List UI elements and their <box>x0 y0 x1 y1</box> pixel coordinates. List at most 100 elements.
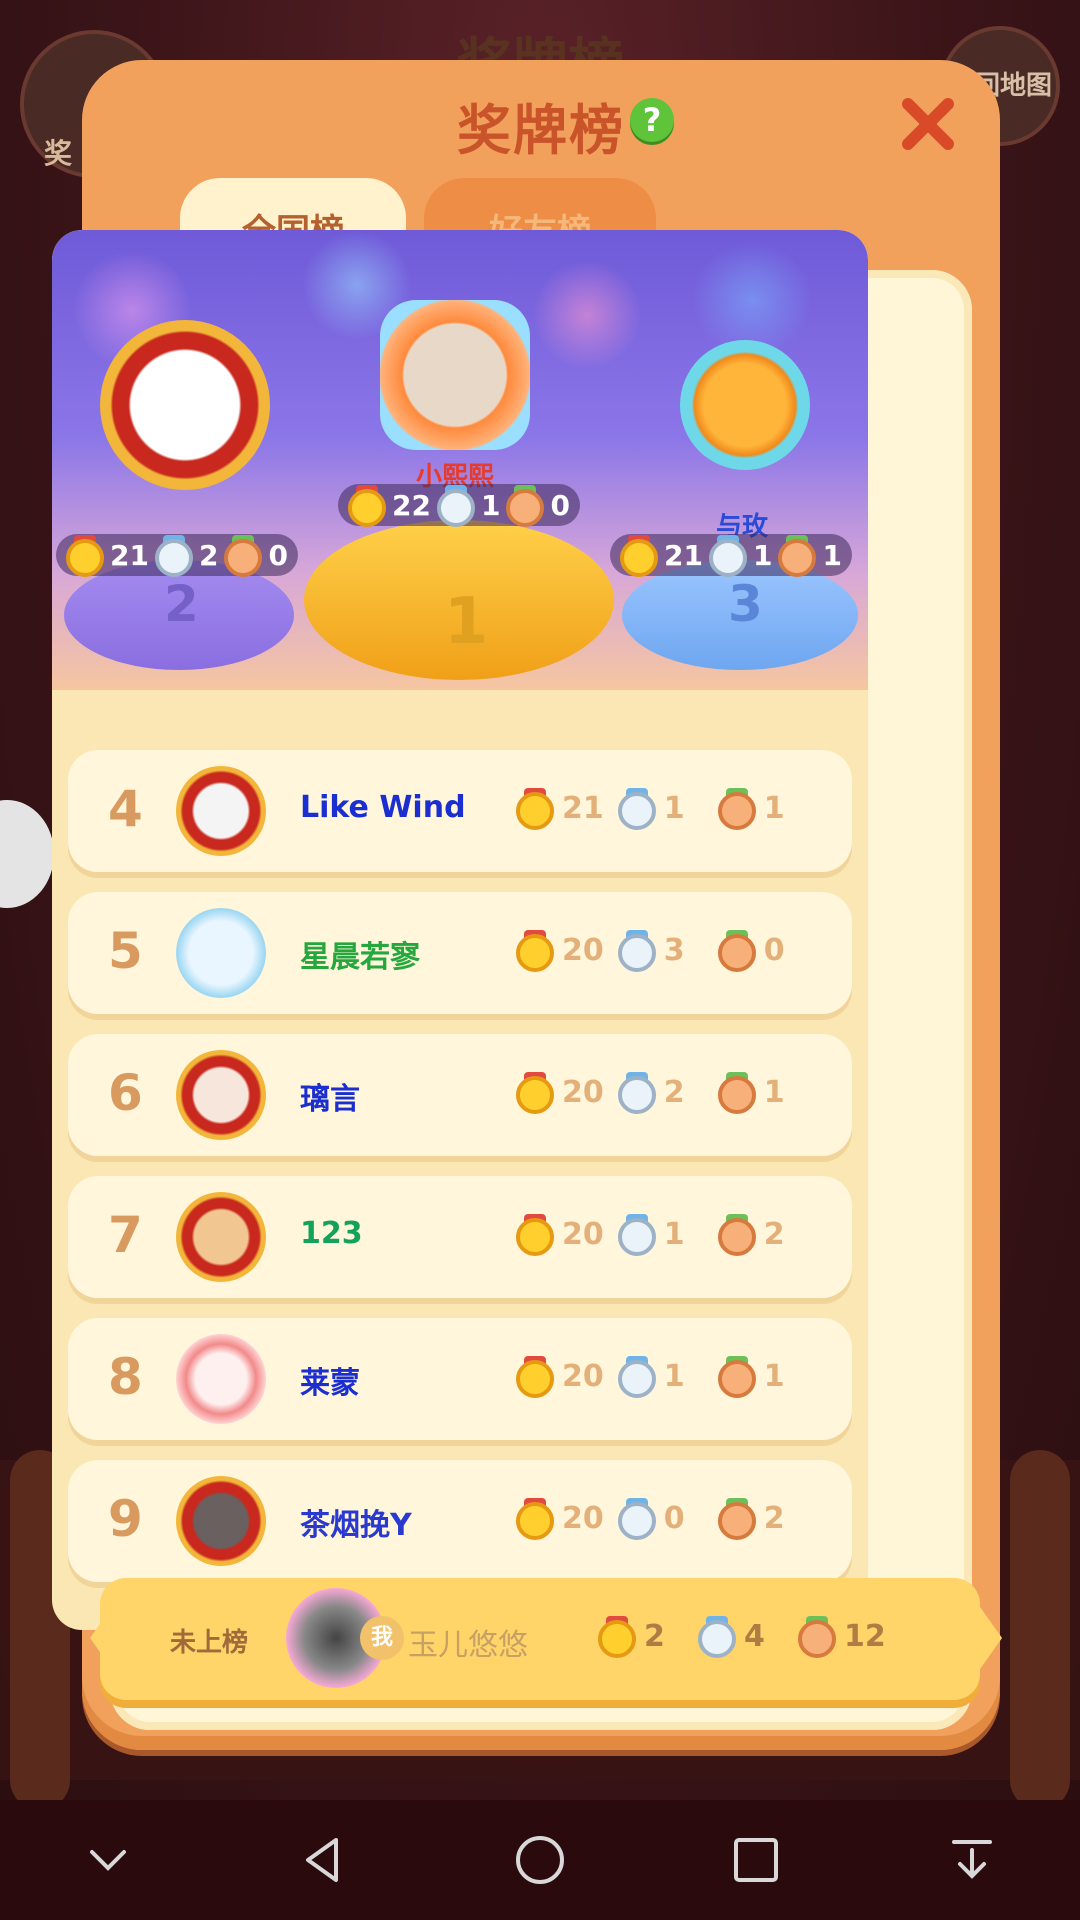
rank-number: 5 <box>108 922 143 980</box>
silver-medal-icon <box>436 485 475 527</box>
bronze-count: 2 <box>763 1500 785 1536</box>
bronze-medal-icon <box>798 1616 836 1658</box>
podium-scene: 2 1 3 小熙熙 与玫 22 1 0 21 2 0 21 1 1 <box>52 230 868 690</box>
rank-number: 6 <box>108 1064 143 1122</box>
player-name: 茶烟挽Y <box>300 1508 412 1543</box>
gold-medal-icon <box>348 485 386 527</box>
gold-medal-icon <box>516 1072 554 1114</box>
question-icon[interactable]: ? <box>630 98 674 142</box>
avatar[interactable] <box>176 908 266 998</box>
bronze-medal-icon <box>717 1072 756 1114</box>
bronze-medal-icon <box>506 485 545 527</box>
bronze-count: 0 <box>268 538 288 572</box>
silver-medal-icon <box>617 1214 656 1256</box>
podium-medals-3: 21 1 1 <box>610 534 852 577</box>
player-name: 星晨若寥 <box>300 940 420 975</box>
silver-count: 1 <box>663 790 685 826</box>
silver-count: 0 <box>663 1500 685 1536</box>
silver-count: 1 <box>663 1216 685 1252</box>
gold-medal-icon <box>516 1214 554 1256</box>
podium-medals-1: 22 1 0 <box>338 484 580 527</box>
rank-number: 8 <box>108 1348 143 1406</box>
leaderboard-row[interactable]: 8 莱蒙 20 1 1 <box>68 1318 852 1440</box>
bronze-count: 1 <box>763 1358 785 1394</box>
podium-avatar-3[interactable] <box>680 340 810 470</box>
leaderboard-list[interactable]: 2 1 3 小熙熙 与玫 22 1 0 21 2 0 21 1 1 4 Like… <box>52 230 868 1630</box>
gold-count: 21 <box>562 790 604 826</box>
back-triangle-icon[interactable] <box>289 1825 359 1895</box>
silver-medal-icon <box>154 535 193 577</box>
home-circle-icon[interactable] <box>505 1825 575 1895</box>
avatar[interactable] <box>176 1050 266 1140</box>
bronze-count: 1 <box>763 790 785 826</box>
bronze-count: 0 <box>550 488 570 522</box>
gold-count: 20 <box>562 1500 604 1536</box>
silver-medal-icon <box>617 1356 656 1398</box>
avatar[interactable] <box>176 1476 266 1566</box>
silver-medal-icon <box>708 535 747 577</box>
leaderboard-row[interactable]: 4 Like Wind 21 1 1 <box>68 750 852 872</box>
gold-count: 21 <box>664 538 703 572</box>
avatar[interactable] <box>176 766 266 856</box>
silver-count: 1 <box>663 1358 685 1394</box>
pedestal-2-number: 2 <box>164 575 199 633</box>
player-name: 璃言 <box>300 1082 360 1117</box>
gold-count: 2 <box>644 1618 665 1654</box>
me-badge: 我 <box>360 1616 404 1660</box>
gold-count: 20 <box>562 1074 604 1110</box>
bronze-count: 2 <box>763 1216 785 1252</box>
bronze-count: 1 <box>763 1074 785 1110</box>
player-name: Like Wind <box>300 790 466 825</box>
silver-count: 2 <box>663 1074 685 1110</box>
silver-count: 2 <box>198 538 219 572</box>
my-rank-bar: 未上榜 我 玉儿悠悠 2 4 12 <box>100 1578 980 1700</box>
stage-post-right <box>1010 1450 1070 1810</box>
system-navigation-bar <box>0 1800 1080 1920</box>
silver-count: 1 <box>752 538 773 572</box>
bronze-medal-icon <box>224 535 263 577</box>
bronze-count: 12 <box>844 1618 886 1654</box>
avatar[interactable] <box>176 1334 266 1424</box>
my-name: 玉儿悠悠 <box>408 1628 528 1663</box>
gold-medal-icon <box>516 1498 554 1540</box>
gold-medal-icon <box>598 1616 636 1658</box>
pedestal-1-number: 1 <box>444 585 489 659</box>
rank-number: 4 <box>108 780 143 838</box>
player-name: 123 <box>300 1216 363 1251</box>
medal-counts: 20 1 1 <box>516 1356 818 1398</box>
close-icon[interactable] <box>898 94 958 154</box>
leaderboard-row[interactable]: 6 璃言 20 2 1 <box>68 1034 852 1156</box>
gold-medal-icon <box>516 788 554 830</box>
gold-medal-icon <box>516 930 554 972</box>
gold-count: 20 <box>562 1358 604 1394</box>
recents-square-icon[interactable] <box>721 1825 791 1895</box>
player-name: 莱蒙 <box>300 1366 360 1401</box>
silver-medal-icon <box>698 1616 736 1658</box>
silver-medal-icon <box>617 1498 656 1540</box>
leaderboard-row[interactable]: 5 星晨若寥 20 3 0 <box>68 892 852 1014</box>
download-icon[interactable] <box>937 1825 1007 1895</box>
silver-count: 3 <box>663 932 685 968</box>
firework <box>532 260 642 370</box>
my-medal-counts: 2 4 12 <box>598 1616 900 1658</box>
rank-number: 9 <box>108 1490 143 1548</box>
gold-count: 20 <box>562 1216 604 1252</box>
medal-counts: 20 0 2 <box>516 1498 818 1540</box>
pedestal-3-number: 3 <box>728 575 763 633</box>
medal-counts: 20 1 2 <box>516 1214 818 1256</box>
podium-avatar-2[interactable] <box>100 320 270 490</box>
silver-medal-icon <box>617 788 656 830</box>
medal-counts: 20 3 0 <box>516 930 818 972</box>
gold-count: 22 <box>392 488 431 522</box>
leaderboard-row[interactable]: 9 茶烟挽Y 20 0 2 <box>68 1460 852 1582</box>
bronze-medal-icon <box>717 788 756 830</box>
bronze-count: 0 <box>763 932 785 968</box>
leaderboard-row[interactable]: 7 123 20 1 2 <box>68 1176 852 1298</box>
bronze-count: 1 <box>822 538 842 572</box>
chevron-down-icon[interactable] <box>73 1825 143 1895</box>
podium-avatar-1[interactable] <box>380 300 530 450</box>
bronze-medal-icon <box>778 535 817 577</box>
gold-count: 21 <box>110 538 149 572</box>
podium-medals-2: 21 2 0 <box>56 534 298 577</box>
avatar[interactable] <box>176 1192 266 1282</box>
